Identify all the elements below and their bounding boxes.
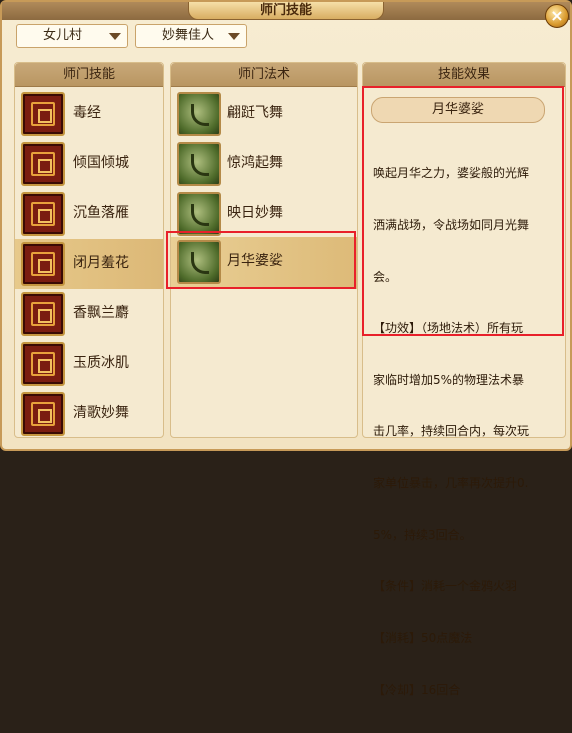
spell-icon <box>177 192 221 236</box>
spell-icon <box>177 142 221 186</box>
skill-icon <box>21 192 65 236</box>
effect-line: 【功效】（场地法术）所有玩 <box>373 321 524 336</box>
chevron-down-icon <box>109 33 121 40</box>
skill-icon <box>21 292 65 336</box>
spell-item[interactable]: 惊鸿起舞 <box>171 139 357 191</box>
chevron-down-icon <box>228 33 240 40</box>
spell-label: 惊鸿起舞 <box>227 155 283 171</box>
skill-icon <box>21 142 65 186</box>
effect-line: 【条件】消耗一个金鸦火羽 <box>373 579 518 594</box>
spells-panel-header: 师门法术 <box>171 63 357 87</box>
skill-label: 倾国倾城 <box>73 155 129 171</box>
effect-line: 击几率，持续回合内，每次玩 <box>373 424 530 439</box>
skill-label: 沉鱼落雁 <box>73 205 129 221</box>
effect-line: 家临时增加5%的物理法术暴 <box>373 372 525 387</box>
skill-icon <box>21 392 65 436</box>
spell-label: 翩跹飞舞 <box>227 105 283 121</box>
skill-label: 清歌妙舞 <box>73 405 129 421</box>
skill-item[interactable]: 倾国倾城 <box>15 139 163 189</box>
skill-item-selected[interactable]: 闭月羞花 <box>15 239 163 289</box>
effect-panel: 技能效果 月华婆娑 唤起月华之力，婆娑般的光辉 洒满战场，令战场如同月光舞 会。… <box>362 62 566 697</box>
skill-item[interactable]: 沉鱼落雁 <box>15 189 163 239</box>
effect-line: 洒满战场，令战场如同月光舞 <box>373 218 530 233</box>
effect-description: 唤起月华之力，婆娑般的光辉 洒满战场，令战场如同月光舞 会。 【功效】（场地法术… <box>373 131 551 733</box>
effect-line: 5%，持续3回合。 <box>373 527 472 542</box>
skill-label: 闭月羞花 <box>73 255 129 271</box>
skill-item[interactable]: 香飘兰麝 <box>15 289 163 339</box>
skill-item[interactable]: 清歌妙舞 <box>15 389 163 439</box>
skill-icon <box>21 92 65 136</box>
school-dropdown[interactable]: 女儿村 <box>16 24 128 48</box>
effect-title: 月华婆娑 <box>371 97 545 123</box>
skill-window: 师门技能 × 女儿村 妙舞佳人 师门技能 毒经 倾国倾城 沉鱼落雁 闭月羞花 香… <box>0 0 572 697</box>
spell-item[interactable]: 翩跹飞舞 <box>171 89 357 141</box>
spell-item-selected[interactable]: 月华婆娑 <box>171 237 357 289</box>
effect-line: 会。 <box>373 269 398 284</box>
effect-line: 家单位暴击，几率再次提升0. <box>373 476 529 491</box>
spell-label: 映日妙舞 <box>227 205 283 221</box>
skill-label: 毒经 <box>73 105 101 121</box>
spell-icon <box>177 92 221 136</box>
skills-panel-header: 师门技能 <box>15 63 163 87</box>
skill-item[interactable]: 玉质冰肌 <box>15 339 163 389</box>
skill-icon <box>21 242 65 286</box>
spell-label: 月华婆娑 <box>227 253 283 269</box>
skill-label: 香飘兰麝 <box>73 305 129 321</box>
effect-panel-header: 技能效果 <box>363 63 565 87</box>
spell-icon <box>177 240 221 284</box>
faction-dropdown-value: 妙舞佳人 <box>162 28 215 43</box>
skill-item[interactable]: 毒经 <box>15 89 163 139</box>
faction-dropdown[interactable]: 妙舞佳人 <box>135 24 247 48</box>
school-dropdown-value: 女儿村 <box>43 28 83 43</box>
skills-panel: 师门技能 毒经 倾国倾城 沉鱼落雁 闭月羞花 香飘兰麝 玉质冰肌 清歌妙舞 <box>14 62 164 438</box>
effect-line: 【冷却】16回合 <box>373 682 461 697</box>
effect-line: 唤起月华之力，婆娑般的光辉 <box>373 166 530 181</box>
skill-icon <box>21 342 65 386</box>
skill-label: 玉质冰肌 <box>73 355 129 371</box>
spells-panel: 师门法术 翩跹飞舞 惊鸿起舞 映日妙舞 月华婆娑 <box>170 62 358 438</box>
effect-line: 【消耗】50点魔法 <box>373 630 473 645</box>
window-title: 师门技能 <box>188 2 384 20</box>
spell-item[interactable]: 映日妙舞 <box>171 189 357 241</box>
close-icon[interactable]: × <box>545 4 569 28</box>
